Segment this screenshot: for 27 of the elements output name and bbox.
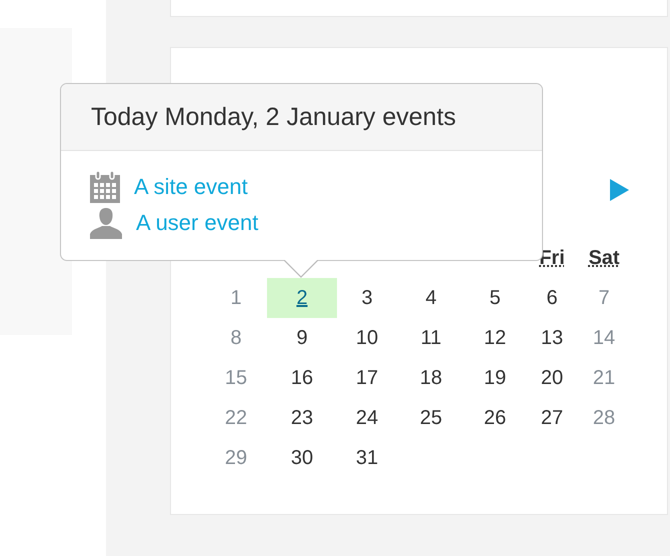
day-cell[interactable]: 6	[527, 278, 577, 318]
day-cell[interactable]: 5	[463, 278, 527, 318]
calendar-icon	[90, 171, 120, 203]
day-cell[interactable]: 17	[335, 358, 399, 398]
day-cell[interactable]: 13	[527, 318, 577, 358]
day-cell[interactable]: 25	[399, 398, 463, 438]
weekday-header: Sat	[588, 246, 620, 271]
day-cell[interactable]: 20	[527, 358, 577, 398]
day-cell[interactable]: 9	[269, 318, 335, 358]
day-cell[interactable]: 18	[399, 358, 463, 398]
popover-title: Today Monday, 2 January events	[91, 102, 456, 132]
person-icon	[90, 207, 122, 239]
day-cell[interactable]: 24	[335, 398, 399, 438]
day-cell[interactable]: 27	[527, 398, 577, 438]
day-cell[interactable]: 23	[269, 398, 335, 438]
day-cell[interactable]: 26	[463, 398, 527, 438]
day-cell[interactable]: 31	[335, 438, 399, 478]
day-cell[interactable]: 4	[399, 278, 463, 318]
day-cell[interactable]: 12	[463, 318, 527, 358]
next-month-icon[interactable]	[609, 178, 629, 202]
day-cell[interactable]: 10	[335, 318, 399, 358]
day-cell[interactable]: 19	[463, 358, 527, 398]
day-cell[interactable]: 30	[269, 438, 335, 478]
day-cell[interactable]: 16	[269, 358, 335, 398]
day-cell[interactable]: 3	[335, 278, 399, 318]
day-link[interactable]: 2	[296, 286, 308, 310]
day-cell[interactable]: 11	[399, 318, 463, 358]
